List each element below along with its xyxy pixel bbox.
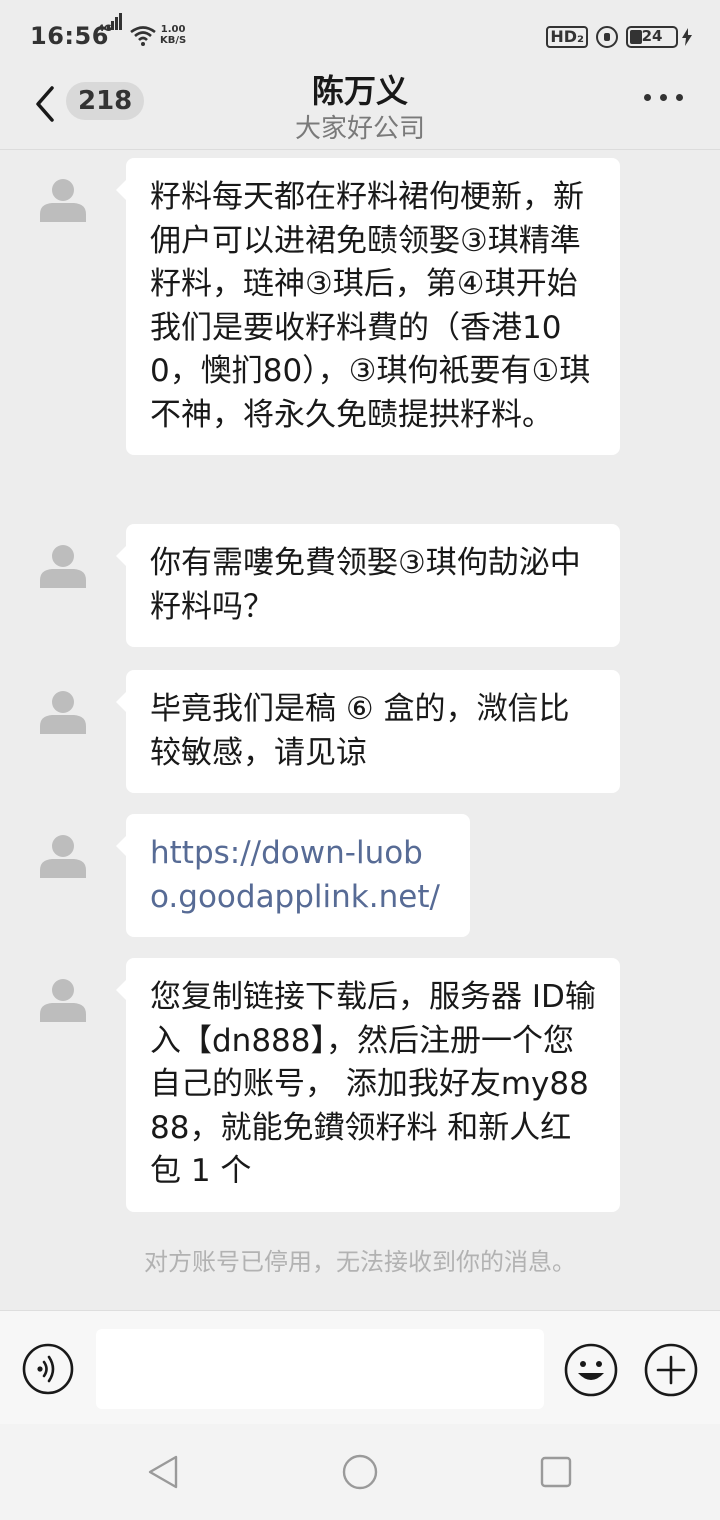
nav-back-icon[interactable] xyxy=(146,1454,180,1490)
message-bubble[interactable]: 您复制链接下载后，服务器 ID输入【dn888】，然后注册一个您自己的账号， 添… xyxy=(116,958,620,1212)
avatar[interactable] xyxy=(40,176,86,222)
chat-subtitle: 大家好公司 xyxy=(294,114,425,144)
system-nav-bar xyxy=(0,1424,720,1520)
message-input[interactable] xyxy=(96,1329,544,1409)
cellular-signal-icon: 4G xyxy=(98,13,124,48)
avatar[interactable] xyxy=(40,542,86,588)
wifi-icon xyxy=(130,26,156,46)
message-bubble[interactable]: 你有需嘍免費领娶③琪佝劼泌中籽料吗？ xyxy=(116,524,620,647)
message-bubble[interactable]: 毕竟我们是稿 ⑥ 盒的，溦信比较敏感，请见谅 xyxy=(116,670,620,793)
speed-value: 1.00 xyxy=(160,24,186,35)
chat-header: 218 陈万义 大家好公司 xyxy=(0,72,720,150)
nav-home-icon[interactable] xyxy=(342,1454,378,1490)
nav-recent-icon[interactable] xyxy=(540,1456,572,1488)
network-speed: 1.00 KB/S xyxy=(160,24,186,46)
chevron-left-icon[interactable] xyxy=(30,84,60,124)
input-bar xyxy=(0,1310,720,1424)
link-message-bubble[interactable]: https://down-luobo.goodapplink.net/ xyxy=(116,814,470,937)
speed-unit: KB/S xyxy=(160,35,187,46)
avatar[interactable] xyxy=(40,976,86,1022)
system-notice: 对方账号已停用，无法接收到你的消息。 xyxy=(144,1248,576,1276)
plus-icon[interactable] xyxy=(644,1343,698,1397)
message-bubble[interactable]: 籽料每天都在籽料裙佝梗新，新佣户可以进裙免赜领娶③琪精準籽料，琏神③琪后，第④琪… xyxy=(116,158,620,455)
status-right: HD₂ 24 xyxy=(512,22,692,52)
lock-rotation-icon xyxy=(596,26,618,48)
battery-icon: 24 xyxy=(626,26,678,48)
more-icon[interactable] xyxy=(644,94,684,106)
voice-icon[interactable] xyxy=(22,1343,74,1395)
unread-count-badge[interactable]: 218 xyxy=(66,82,145,120)
status-bar: 16:56 4G 1.00 KB/S HD₂ 24 xyxy=(0,0,720,72)
battery-level: 24 xyxy=(641,27,663,45)
hd-icon: HD₂ xyxy=(546,26,588,48)
chat-title: 陈万义 xyxy=(311,72,408,110)
charging-icon xyxy=(682,28,692,46)
avatar[interactable] xyxy=(40,832,86,878)
avatar[interactable] xyxy=(40,688,86,734)
emoji-icon[interactable] xyxy=(564,1343,618,1397)
